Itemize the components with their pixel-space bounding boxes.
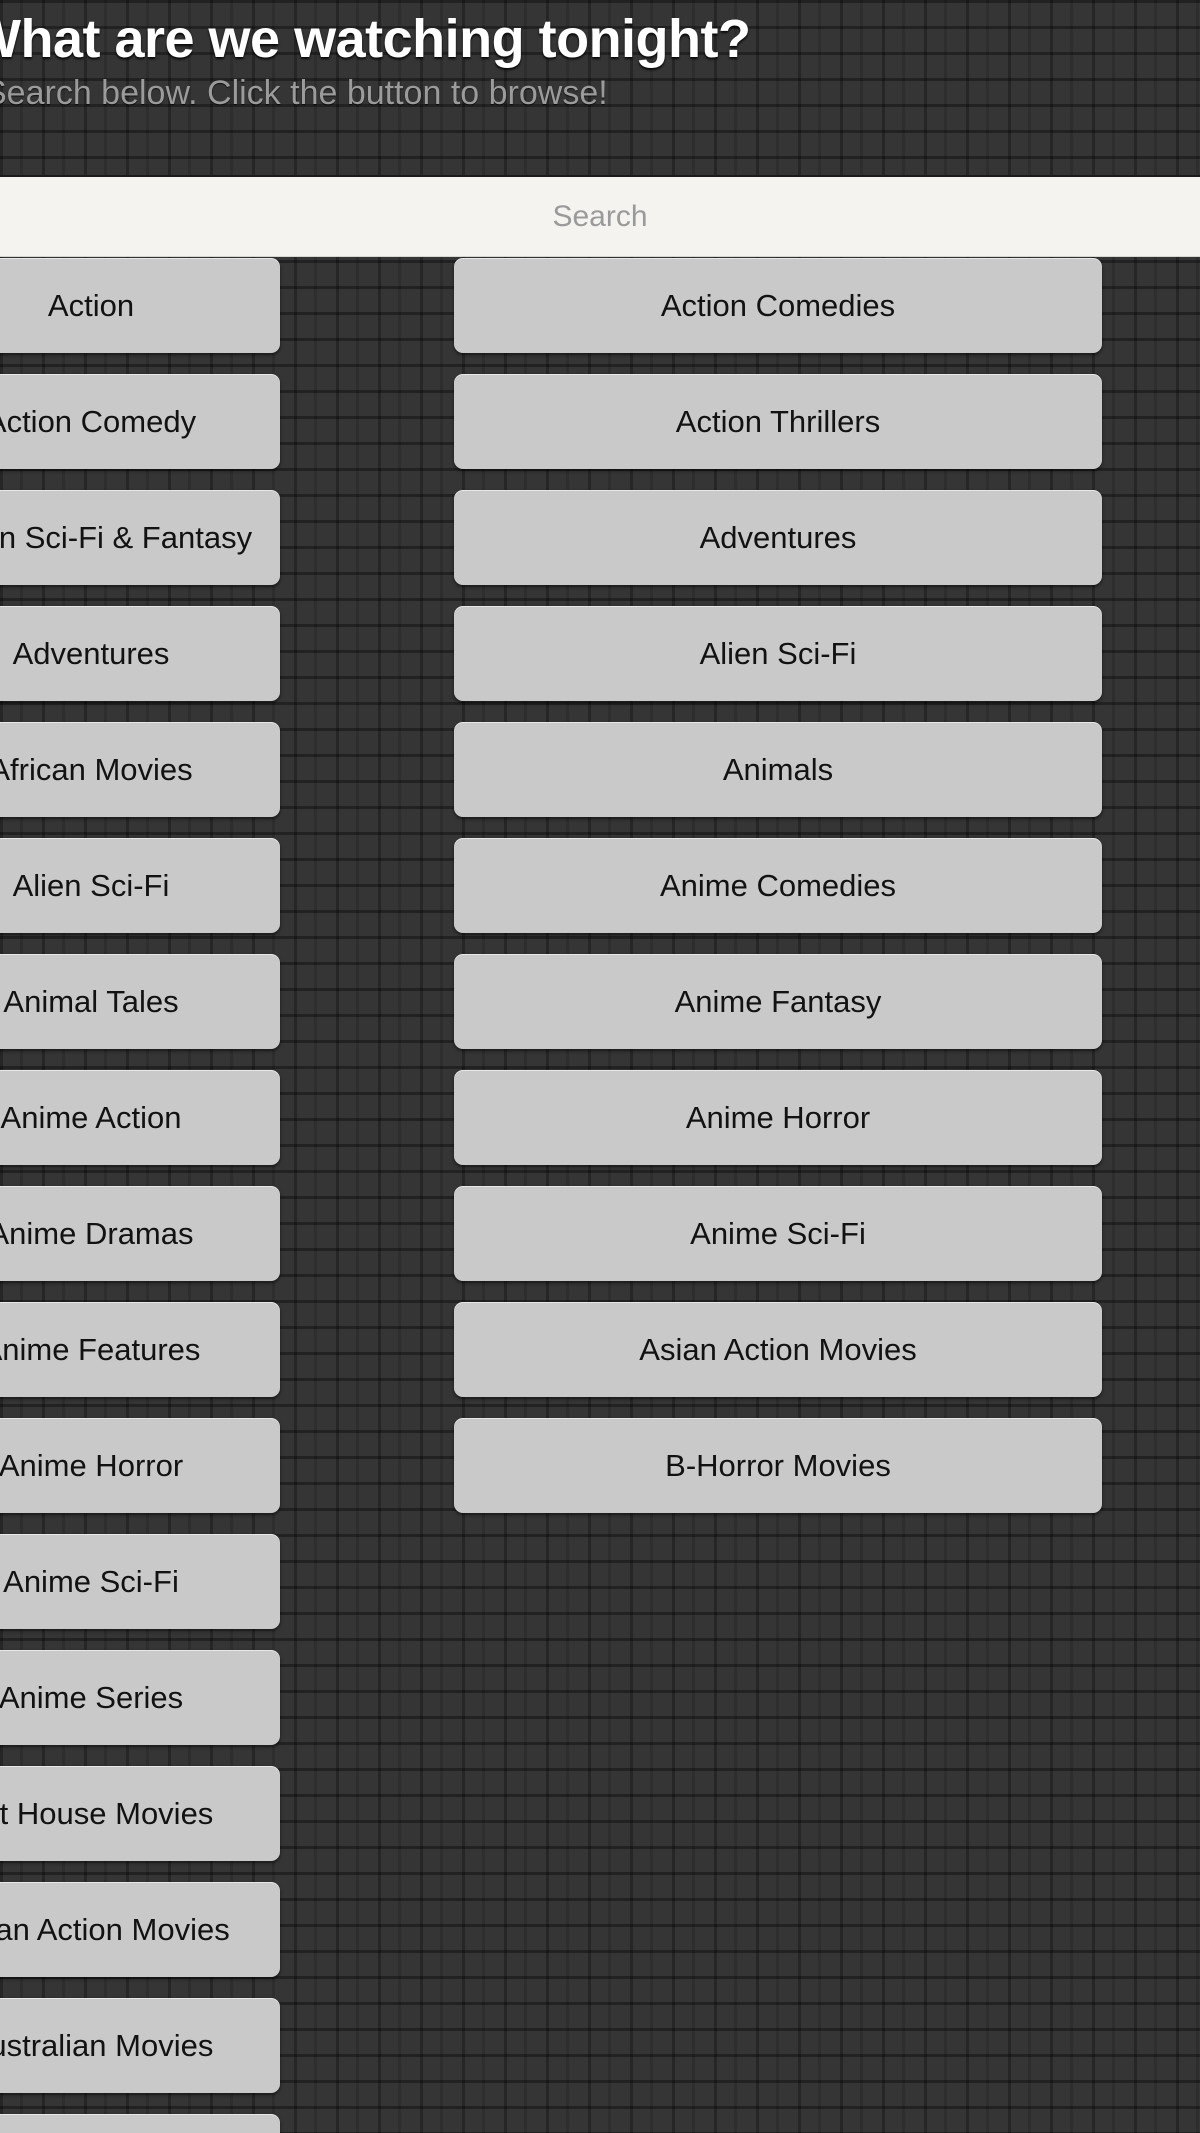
genre-button[interactable]: Anime Comedies — [454, 838, 1102, 933]
genre-button[interactable]: Adventures — [454, 490, 1102, 585]
genre-button[interactable]: Anime Series — [0, 1650, 280, 1745]
genre-button[interactable]: Action Comedies — [454, 258, 1102, 353]
genre-button[interactable]: Animals — [454, 722, 1102, 817]
genre-column-left: Action Action Comedy Action Sci-Fi & Fanta… — [0, 258, 280, 2133]
genre-button[interactable]: Animal Tales — [0, 954, 280, 1049]
page-title: What are we watching tonight? — [0, 9, 751, 69]
genre-button[interactable]: Action Thrillers — [454, 374, 1102, 469]
genre-button[interactable]: Action — [0, 258, 280, 353]
page-header: What are we watching tonight? Search bel… — [0, 0, 1200, 257]
genre-button[interactable]: Anime Fantasy — [454, 954, 1102, 1049]
genre-button[interactable]: Asian Action Movies — [0, 1882, 280, 1977]
genre-column-right: Action Comedies Action Thrillers Adventure… — [454, 258, 1102, 1513]
genre-board: Action Action Comedy Action Sci-Fi & Fanta… — [0, 237, 1200, 2133]
genre-button[interactable]: Action Sci-Fi & Fantasy — [0, 490, 280, 585]
genre-button[interactable]: Alien Sci-Fi — [454, 606, 1102, 701]
genre-button[interactable]: Asian Action Movies — [454, 1302, 1102, 1397]
genre-button[interactable]: Anime Sci-Fi — [454, 1186, 1102, 1281]
genre-button[interactable]: Action Comedy — [0, 374, 280, 469]
genre-button[interactable]: Anime Horror — [454, 1070, 1102, 1165]
genre-button[interactable]: Alien Sci-Fi — [0, 838, 280, 933]
genre-button[interactable]: Adventures — [0, 606, 280, 701]
genre-button[interactable]: Anime Action — [0, 1070, 280, 1165]
genre-button[interactable]: African Movies — [0, 722, 280, 817]
genre-button[interactable]: Anime Features — [0, 1302, 280, 1397]
genre-button[interactable]: Anime Sci-Fi — [0, 1534, 280, 1629]
genre-columns: Action Action Comedy Action Sci-Fi & Fanta… — [0, 258, 1200, 2133]
genre-button[interactable]: B-Horror Movies — [0, 2114, 280, 2133]
genre-button[interactable]: Art House Movies — [0, 1766, 280, 1861]
page-subtitle: Search below. Click the button to browse… — [0, 74, 608, 112]
genre-button[interactable]: B-Horror Movies — [454, 1418, 1102, 1513]
genre-button[interactable]: Australian Movies — [0, 1998, 280, 2093]
genre-button[interactable]: Anime Horror — [0, 1418, 280, 1513]
genre-button[interactable]: Anime Dramas — [0, 1186, 280, 1281]
